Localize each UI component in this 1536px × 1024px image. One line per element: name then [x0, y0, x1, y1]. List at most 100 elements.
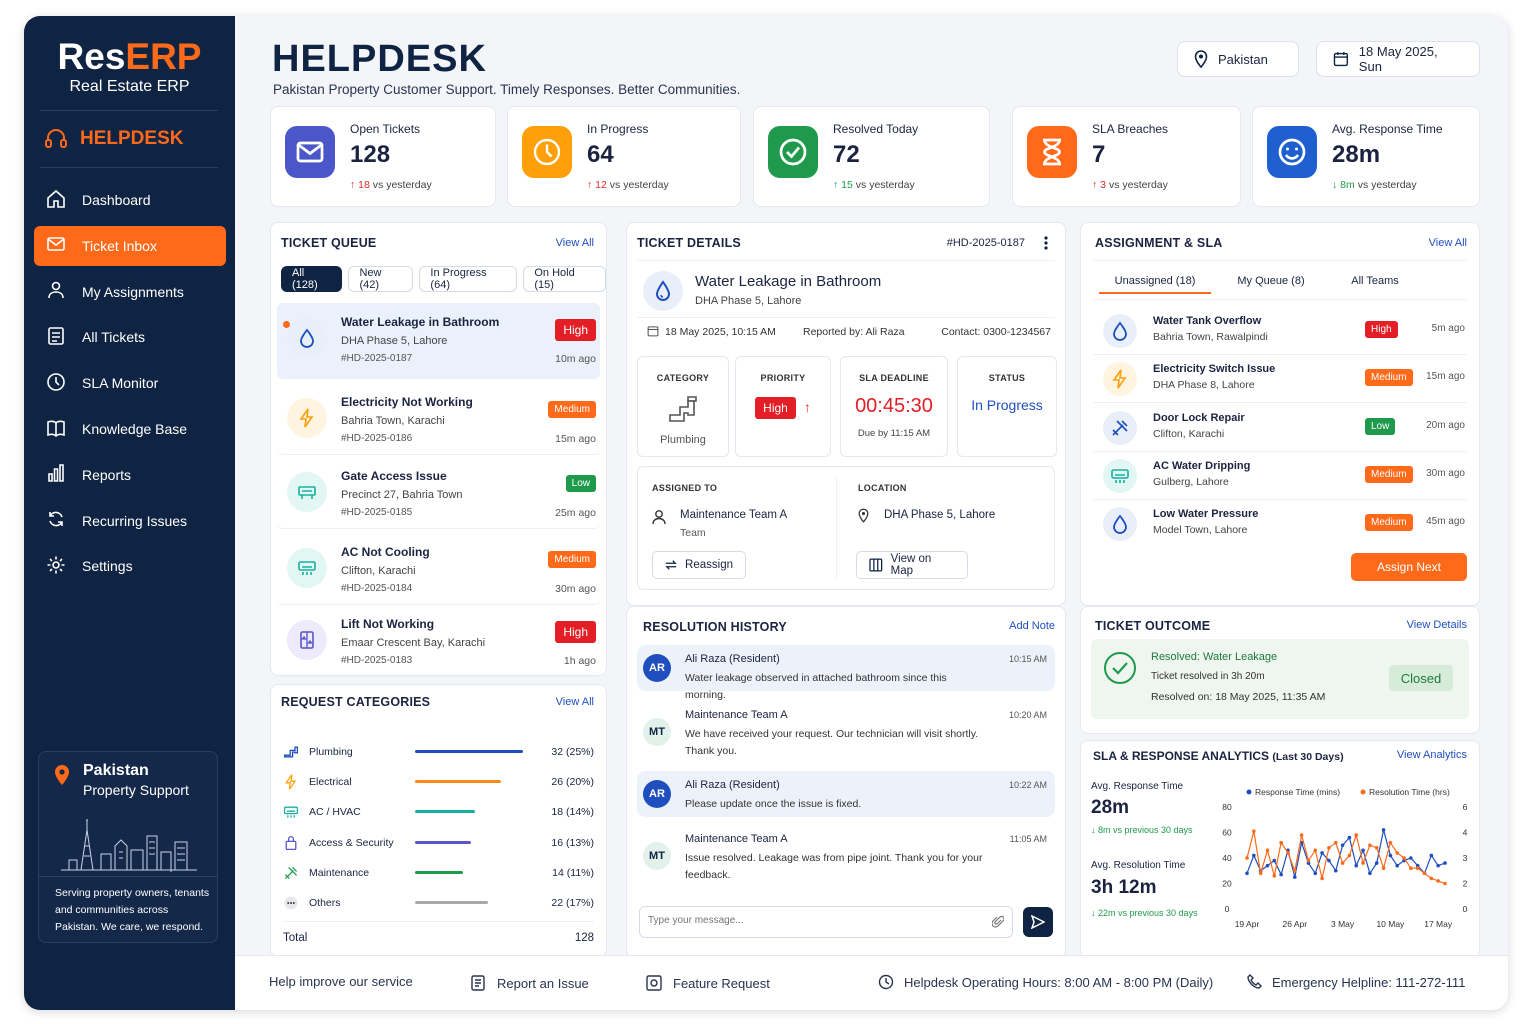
ticket-queue-item[interactable]: AC Not Cooling Clifton, Karachi #HD-2025-0…: [277, 533, 600, 605]
ticket-queue-item[interactable]: Gate Access Issue Precinct 27, Bahria Tow…: [277, 457, 600, 529]
send-button[interactable]: [1023, 907, 1053, 937]
assignment-item[interactable]: Low Water Pressure Model Town, Lahore Medi…: [1093, 500, 1467, 548]
assigned-team: Maintenance Team A: [680, 509, 788, 521]
y-tick-left: 40: [1222, 853, 1232, 863]
gate-icon: [287, 472, 327, 512]
view-analytics-link[interactable]: View Analytics: [1397, 749, 1467, 761]
assignment-item[interactable]: Water Tank Overflow Bahria Town, Rawalpin…: [1093, 307, 1467, 355]
ticket-time: 10m ago: [555, 353, 596, 365]
water-drop-icon: [287, 318, 327, 358]
clock-icon: [522, 126, 572, 178]
inbox-icon: [46, 234, 66, 257]
data-point: [1374, 861, 1379, 865]
stat-delta: 8m: [1340, 179, 1355, 191]
data-point: [1436, 863, 1440, 868]
assignment-item[interactable]: Electricity Switch Issue DHA Phase 8, Lah…: [1093, 355, 1467, 404]
avatar: AR: [643, 654, 671, 682]
priority-badge-wrap: Medium: [1365, 464, 1413, 483]
sidebar-item-recurring-issues[interactable]: Recurring Issues: [34, 501, 226, 541]
queue-tab[interactable]: New (42): [348, 266, 414, 292]
queue-tab[interactable]: On Hold (15): [523, 266, 606, 292]
smile-icon: [1267, 126, 1317, 178]
ticket-queue-item[interactable]: Electricity Not Working Bahria Town, Kara…: [277, 383, 600, 455]
sidebar-item-settings[interactable]: Settings: [34, 546, 226, 586]
category-row: Access & Security 16 (13%): [283, 833, 594, 853]
view-on-map-button[interactable]: View on Map: [856, 551, 968, 579]
assign-next-button[interactable]: Assign Next: [1351, 553, 1467, 581]
location-selector[interactable]: Pakistan: [1177, 41, 1299, 77]
more-options-icon[interactable]: [1043, 235, 1049, 251]
assignment-view-all[interactable]: View All: [1429, 237, 1467, 249]
help-improve-label: Help improve our service: [269, 974, 413, 989]
feature-request-link[interactable]: Feature Request: [645, 974, 770, 992]
arrow-up-icon: ↑: [1092, 179, 1101, 191]
promo-title: Pakistan: [83, 762, 149, 779]
res-change-text: 22m vs previous 30 days: [1098, 908, 1198, 918]
tickets-icon: [46, 326, 66, 349]
message-input[interactable]: [639, 906, 1013, 938]
view-on-map-label: View on Map: [890, 553, 932, 577]
data-point: [1388, 840, 1393, 845]
data-point: [1327, 846, 1331, 850]
y-tick-right: 0: [1463, 904, 1468, 914]
history-time: 10:22 AM: [1008, 780, 1047, 790]
attachment-icon[interactable]: [992, 915, 1004, 929]
assignment-tab[interactable]: Unassigned (18): [1099, 275, 1211, 294]
category-label: CATEGORY: [656, 373, 710, 383]
sidebar-item-reports[interactable]: Reports: [34, 455, 226, 495]
assignment-tab[interactable]: My Queue (8): [1221, 275, 1321, 287]
category-bar: [415, 750, 523, 753]
mail-icon: [285, 126, 335, 178]
stat-value: 28m: [1332, 141, 1381, 168]
ticket-time: 1h ago: [563, 655, 596, 667]
water-drop-icon: [1103, 507, 1137, 542]
sidebar-item-knowledge-base[interactable]: Knowledge Base: [34, 409, 226, 449]
category-value: 22 (17%): [551, 897, 594, 909]
promo-description: Serving property owners, tenants and com…: [39, 876, 217, 936]
history-entry: AR Ali Raza (Resident) Water leakage obser…: [637, 645, 1055, 701]
assignment-item[interactable]: Door Lock Repair Clifton, Karachi Low 20m a…: [1093, 404, 1467, 452]
reassign-button[interactable]: Reassign: [652, 551, 746, 579]
legend-marker: [1360, 789, 1366, 795]
history-author: Ali Raza (Resident): [685, 779, 780, 791]
stat-label: In Progress: [587, 122, 649, 136]
ticket-location: Precinct 27, Bahria Town: [341, 489, 463, 501]
report-issue-link[interactable]: Report an Issue: [469, 974, 589, 992]
sidebar-item-all-tickets[interactable]: All Tickets: [34, 317, 226, 357]
data-point: [1320, 876, 1324, 881]
data-point: [1286, 851, 1290, 855]
ac-icon: [283, 804, 299, 820]
divider: [40, 167, 218, 168]
outcome-view-details[interactable]: View Details: [1407, 619, 1467, 631]
headset-icon: [45, 129, 67, 148]
ticket-location: Bahria Town, Rawalpindi: [1153, 331, 1268, 343]
data-point: [1443, 881, 1447, 886]
message-input-field[interactable]: [648, 915, 978, 926]
resp-change: ↓ 8m vs previous 30 days: [1091, 825, 1193, 835]
assignment-item[interactable]: AC Water Dripping Gulberg, Lahore Medium 30…: [1093, 452, 1467, 500]
ticket-name: Door Lock Repair: [1153, 411, 1245, 424]
stat-label: SLA Breaches: [1092, 122, 1169, 136]
stat-change: ↑ 18 vs yesterday: [350, 179, 432, 191]
ticket-queue-item[interactable]: Lift Not Working Emaar Crescent Bay, Kara…: [277, 605, 600, 677]
help-improve-link[interactable]: Help improve our service: [269, 974, 413, 989]
queue-tab[interactable]: All (128): [281, 266, 343, 292]
assignment-tab[interactable]: All Teams: [1335, 275, 1415, 287]
stat-delta-suffix: vs yesterday: [372, 179, 432, 191]
sidebar-item-ticket-inbox[interactable]: Ticket Inbox: [34, 225, 226, 266]
categories-view-all[interactable]: View All: [556, 696, 594, 708]
ticket-outcome-panel: TICKET OUTCOME View Details Resolved: Wat…: [1080, 606, 1480, 734]
sidebar-item-sla-monitor[interactable]: SLA Monitor: [34, 363, 226, 403]
date-selector[interactable]: 18 May 2025, Sun: [1316, 41, 1480, 77]
ticket-name: Low Water Pressure: [1153, 508, 1259, 521]
data-point: [1292, 875, 1297, 879]
queue-tab[interactable]: In Progress (64): [419, 266, 518, 292]
ticket-queue-item[interactable]: Water Leakage in Bathroom DHA Phase 5, La…: [277, 303, 600, 379]
sidebar-item-my-assignments[interactable]: My Assignments: [34, 272, 226, 312]
ticket-queue-view-all[interactable]: View All: [556, 237, 594, 249]
sidebar-item-dashboard[interactable]: Dashboard: [34, 180, 226, 220]
add-note-link[interactable]: Add Note: [1009, 620, 1055, 632]
stat-delta-suffix: vs yesterday: [855, 179, 915, 191]
brand-name-a: Res: [57, 36, 126, 77]
ticket-location: Clifton, Karachi: [341, 565, 416, 577]
